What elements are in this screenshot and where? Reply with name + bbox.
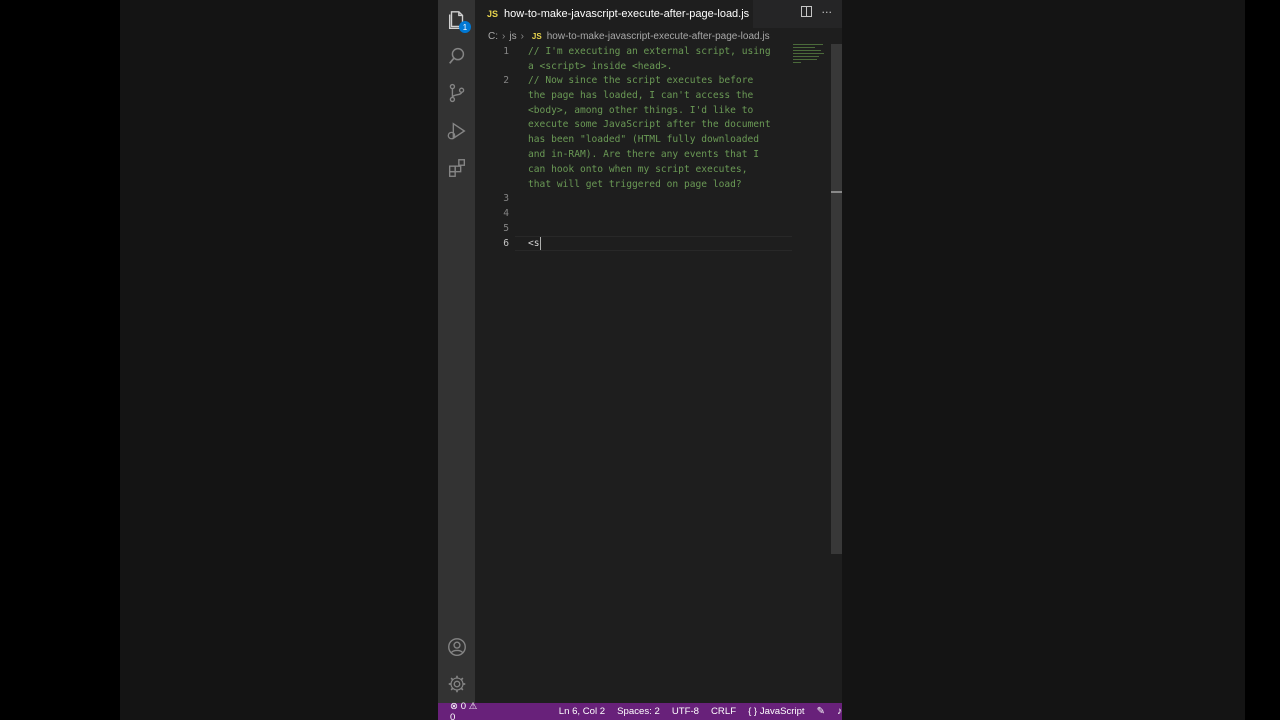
explorer-icon[interactable]: 1 bbox=[445, 8, 471, 33]
explorer-badge: 1 bbox=[459, 21, 471, 33]
code-editor[interactable]: 1 // I'm executing an external script, u… bbox=[475, 44, 832, 703]
code-line: // I'm executing an external script, usi… bbox=[528, 46, 771, 57]
warning-count: 0 bbox=[450, 711, 456, 720]
indentation[interactable]: Spaces: 2 bbox=[617, 706, 660, 717]
language-mode[interactable]: { } JavaScript bbox=[748, 706, 805, 717]
letterbox-right bbox=[1245, 0, 1280, 720]
problems-indicator[interactable]: ⊗ 0 ⚠ 0 bbox=[450, 701, 484, 720]
manage-gear-icon[interactable] bbox=[445, 672, 469, 696]
chevron-right-icon: › bbox=[520, 30, 524, 42]
split-editor-icon[interactable] bbox=[800, 6, 812, 20]
code-line-wrap: the page has loaded, I can't access the bbox=[528, 90, 754, 101]
code-line-active: <s bbox=[528, 236, 541, 251]
editor-tab[interactable]: JS how-to-make-javascript-execute-after-… bbox=[475, 0, 753, 28]
encoding[interactable]: UTF-8 bbox=[672, 706, 699, 717]
error-icon: ⊗ bbox=[450, 700, 459, 712]
activity-bar: 1 bbox=[438, 0, 475, 703]
scrollbar-cursor-marker bbox=[831, 191, 842, 193]
code-line: // Now since the script executes before bbox=[528, 75, 754, 86]
breadcrumb-folder[interactable]: js bbox=[509, 31, 516, 42]
letterbox-left bbox=[0, 0, 120, 720]
extensions-icon[interactable] bbox=[445, 156, 469, 180]
background-blur-right bbox=[842, 0, 1245, 720]
run-debug-icon[interactable] bbox=[445, 119, 469, 143]
line-number: 1 bbox=[503, 46, 509, 57]
text-cursor bbox=[539, 236, 541, 250]
js-file-icon: JS bbox=[487, 9, 499, 19]
error-count: 0 bbox=[460, 700, 467, 712]
line-number: 2 bbox=[503, 75, 509, 86]
source-control-icon[interactable] bbox=[445, 81, 469, 105]
warning-icon: ⚠ bbox=[468, 700, 478, 712]
account-icon[interactable] bbox=[445, 635, 469, 659]
scrollbar-thumb[interactable] bbox=[831, 44, 842, 554]
breadcrumb-file[interactable]: how-to-make-javascript-execute-after-pag… bbox=[547, 31, 770, 42]
tab-bar: JS how-to-make-javascript-execute-after-… bbox=[475, 0, 842, 28]
end-of-line[interactable]: CRLF bbox=[711, 706, 736, 717]
line-number-active: 6 bbox=[503, 238, 509, 249]
code-line-wrap: that will get triggered on page load? bbox=[528, 179, 742, 190]
vscode-window: 1 JS how-to-make-javascript-execute-afte… bbox=[438, 0, 842, 720]
breadcrumb: C: › js › JS how-to-make-javascript-exec… bbox=[475, 28, 842, 44]
line-number: 3 bbox=[503, 193, 509, 204]
background-blur-left bbox=[120, 0, 438, 720]
status-bar: ⊗ 0 ⚠ 0 Ln 6, Col 2 Spaces: 2 UTF-8 CRLF… bbox=[438, 701, 842, 720]
tab-title: how-to-make-javascript-execute-after-pag… bbox=[504, 8, 750, 20]
chevron-right-icon: › bbox=[502, 30, 506, 42]
code-line-wrap: execute some JavaScript after the docume… bbox=[528, 119, 771, 130]
code-line-wrap: a <script> inside <head>. bbox=[528, 61, 673, 72]
notifications-bell-icon[interactable]: ♪ bbox=[837, 706, 842, 717]
line-number: 5 bbox=[503, 223, 509, 234]
js-file-icon: JS bbox=[531, 31, 542, 41]
search-icon[interactable] bbox=[445, 44, 469, 68]
braces-icon: { } bbox=[748, 706, 758, 717]
cursor-position[interactable]: Ln 6, Col 2 bbox=[559, 706, 605, 717]
minimap[interactable] bbox=[793, 44, 827, 68]
more-actions-icon[interactable]: ··· bbox=[822, 6, 833, 20]
code-line-wrap: has been "loaded" (HTML fully downloaded bbox=[528, 134, 760, 145]
editor-actions: ··· bbox=[800, 6, 833, 20]
breadcrumb-drive[interactable]: C: bbox=[488, 31, 498, 42]
current-line-highlight bbox=[515, 236, 792, 251]
feedback-icon[interactable]: ✎ bbox=[817, 706, 825, 717]
code-line-wrap: can hook onto when my script executes, bbox=[528, 164, 748, 175]
code-line-wrap: and in-RAM). Are there any events that I bbox=[528, 149, 760, 160]
language-label: JavaScript bbox=[759, 706, 805, 717]
code-text: <s bbox=[528, 238, 540, 249]
line-number: 4 bbox=[503, 208, 509, 219]
code-line-wrap: <body>, among other things. I'd like to bbox=[528, 105, 754, 116]
